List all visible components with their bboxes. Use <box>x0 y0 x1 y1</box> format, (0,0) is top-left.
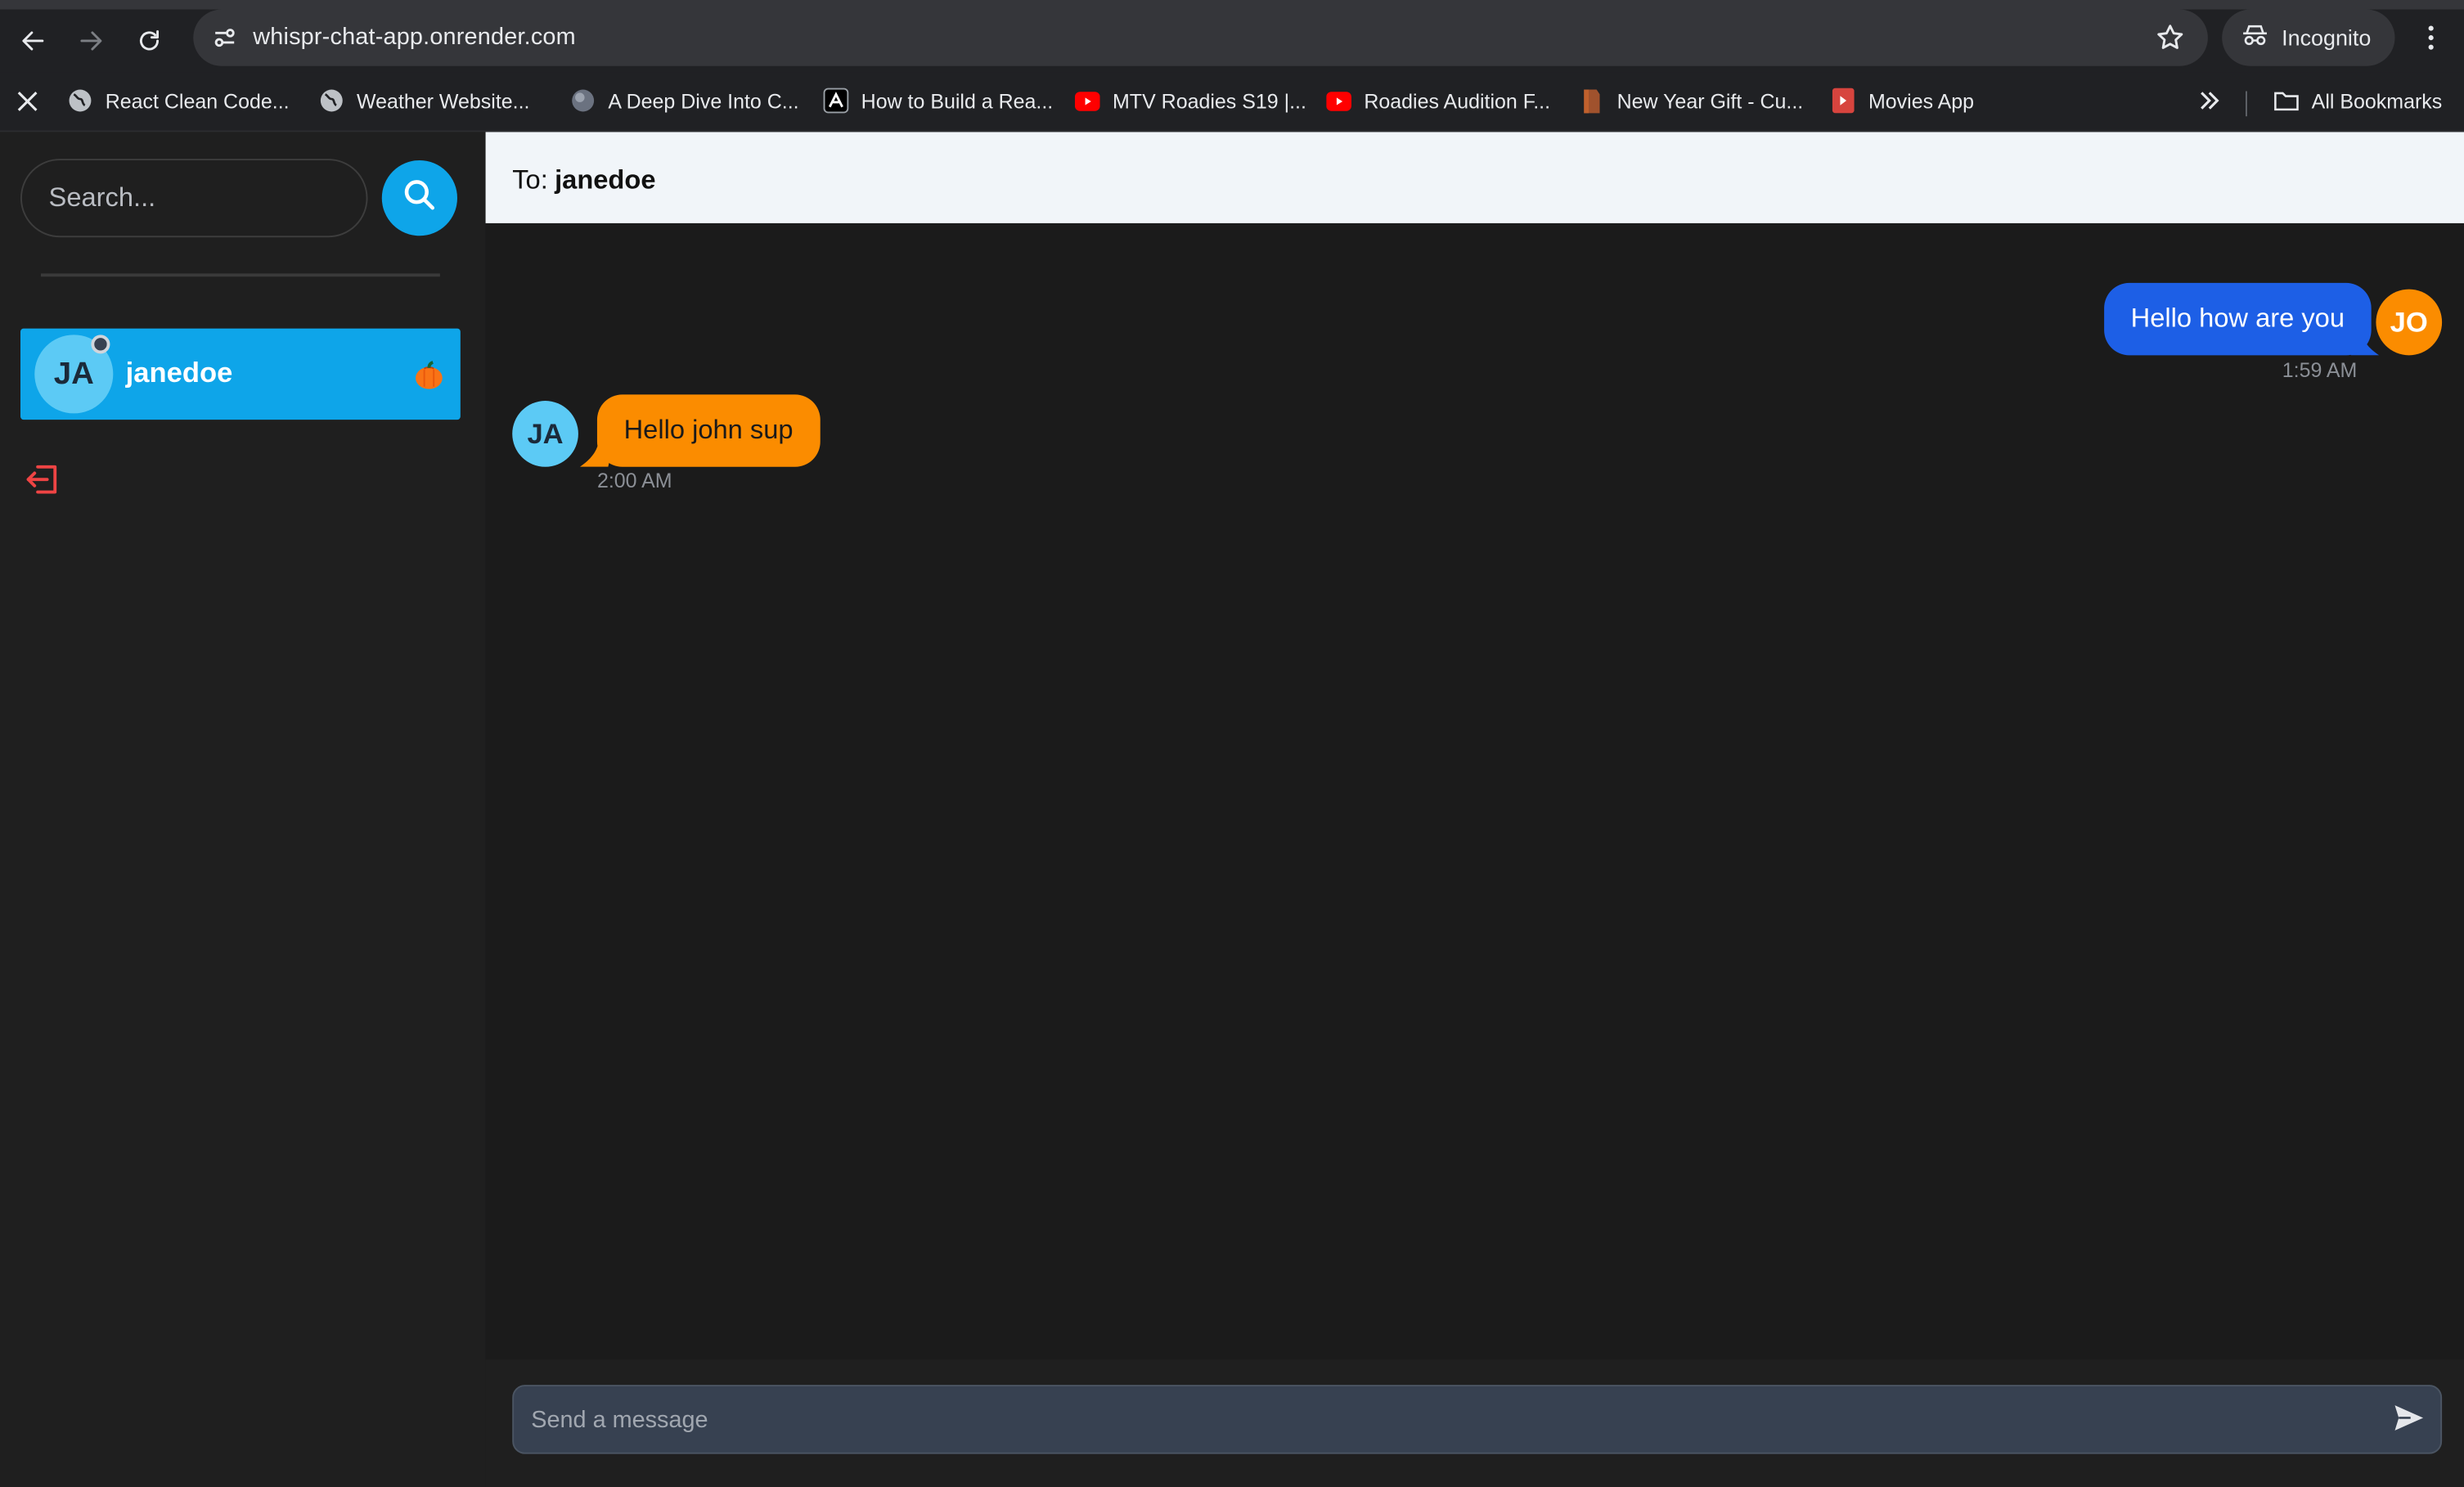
youtube-icon <box>1074 88 1100 114</box>
gift-icon <box>1580 88 1605 114</box>
pumpkin-icon <box>413 360 444 391</box>
chat-app: JA janedoe To: janedoe Hello how are you… <box>0 132 2464 1487</box>
chat-header: To: janedoe <box>485 132 2464 223</box>
reload-icon[interactable] <box>128 19 172 63</box>
bookmark-item[interactable]: How to Build a Rea... <box>823 83 1054 118</box>
conversation-panel: To: janedoe Hello how are you JO 1:59 AM… <box>485 132 2464 1487</box>
bookmark-label: Movies App <box>1868 88 1975 113</box>
message-bubble: Hello john sup <box>596 394 821 467</box>
message-timestamp: 1:59 AM <box>2282 358 2358 382</box>
chevron-double-right-icon[interactable] <box>2194 87 2225 115</box>
avatar: JO <box>2376 289 2443 356</box>
browser-toolbar: whispr-chat-app.onrender.com Incognito <box>0 0 2464 73</box>
all-bookmarks[interactable]: All Bookmarks <box>2274 83 2443 118</box>
bookmarks-bar: React Clean Code... Weather Website... A… <box>0 72 2464 133</box>
message-composer <box>485 1359 2464 1487</box>
browser-menu-icon[interactable] <box>2414 19 2448 56</box>
youtube-icon <box>1326 88 1351 114</box>
incognito-label: Incognito <box>2282 25 2372 51</box>
message-bubble: Hello how are you <box>2103 282 2372 356</box>
bookmark-item[interactable]: Movies App <box>1831 83 1974 118</box>
bookmark-item[interactable]: A Deep Dive Into C... <box>570 83 799 118</box>
bookmark-label: New Year Gift - Cu... <box>1616 88 1804 113</box>
bookmark-item[interactable]: Weather Website... <box>319 83 530 118</box>
back-icon[interactable] <box>11 19 55 63</box>
sidebar: JA janedoe <box>0 132 486 1487</box>
folder-icon <box>2274 88 2300 114</box>
avatar: JA <box>512 401 578 467</box>
incognito-badge[interactable]: Incognito <box>2222 9 2395 66</box>
bookmark-label: Roadies Audition F... <box>1364 88 1551 113</box>
bookmark-star-icon[interactable] <box>2155 22 2186 53</box>
bookmark-item[interactable]: React Clean Code... <box>68 83 290 118</box>
screen-frame: whispr-chat-app.onrender.com Incognito R… <box>0 0 2464 1487</box>
planet-icon <box>570 88 596 114</box>
movie-icon <box>1831 88 1856 114</box>
sidebar-divider <box>40 273 440 277</box>
send-icon[interactable] <box>2394 1404 2428 1435</box>
message-timestamp: 2:00 AM <box>596 468 672 492</box>
bookmark-label: Weather Website... <box>357 88 530 113</box>
forward-icon[interactable] <box>70 19 114 63</box>
incognito-icon <box>2241 21 2269 54</box>
bookmark-label: A Deep Dive Into C... <box>608 88 799 113</box>
search-button[interactable] <box>381 160 457 236</box>
search-icon <box>402 177 437 219</box>
recipient-name: janedoe <box>555 164 656 195</box>
conversation-username: janedoe <box>125 357 233 389</box>
bookmark-item[interactable]: New Year Gift - Cu... <box>1580 83 1804 118</box>
conversation-item-janedoe[interactable]: JA janedoe <box>20 328 461 420</box>
message-input[interactable] <box>512 1385 2443 1454</box>
site-settings-icon[interactable] <box>206 19 244 56</box>
globe-icon <box>319 88 344 114</box>
address-bar[interactable]: whispr-chat-app.onrender.com <box>193 9 2208 66</box>
bookmark-label: MTV Roadies S19 |... <box>1113 88 1306 113</box>
bookmark-label: How to Build a Rea... <box>861 88 1054 113</box>
bookmark-item[interactable]: MTV Roadies S19 |... <box>1074 83 1306 118</box>
bookmarks-separator <box>2245 91 2247 117</box>
bookmark-item[interactable]: Roadies Audition F... <box>1326 83 1550 118</box>
url-text: whispr-chat-app.onrender.com <box>253 23 576 51</box>
bookmark-x[interactable] <box>14 83 39 118</box>
search-input[interactable] <box>20 159 368 238</box>
x-logo-icon <box>14 88 39 114</box>
to-label: To: <box>512 164 548 195</box>
globe-icon <box>68 88 93 114</box>
online-status-dot <box>91 335 110 354</box>
vercel-a-icon <box>823 88 849 114</box>
bookmark-label: React Clean Code... <box>105 88 290 113</box>
all-bookmarks-label: All Bookmarks <box>2311 88 2443 113</box>
logout-icon[interactable] <box>24 460 61 498</box>
